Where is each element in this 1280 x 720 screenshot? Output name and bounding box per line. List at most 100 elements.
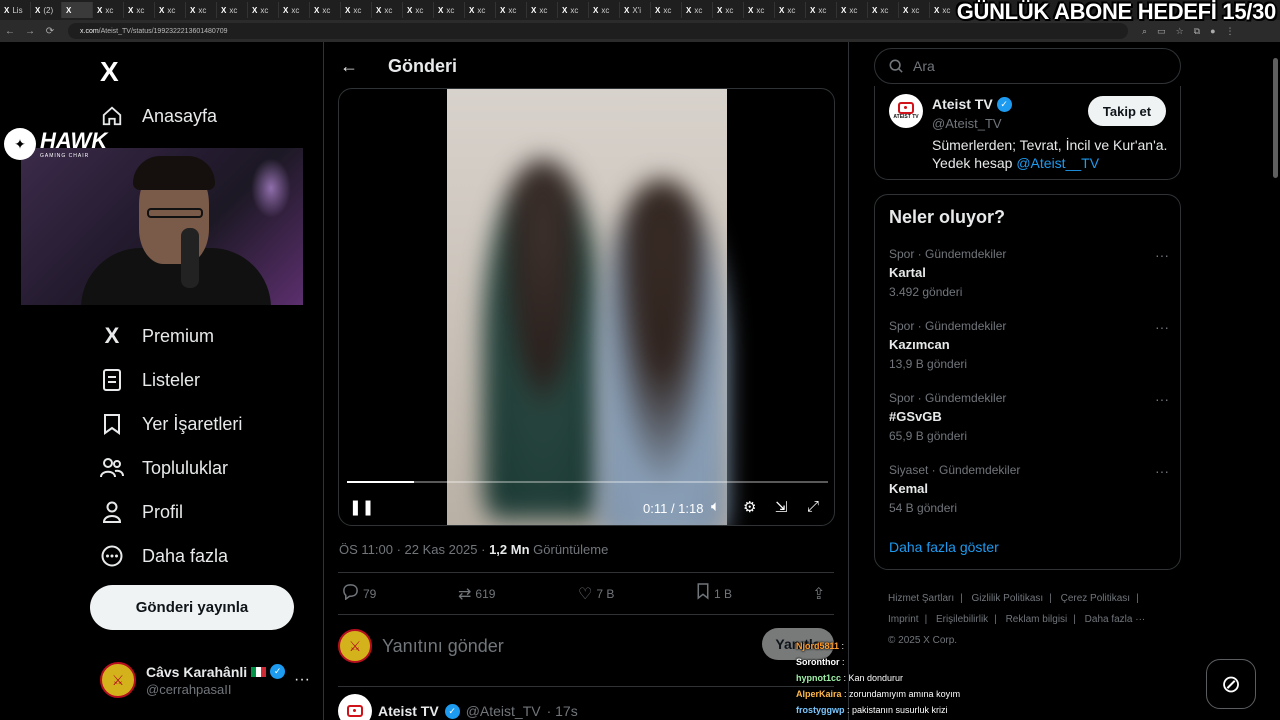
profile-bio-link[interactable]: @Ateist__TV	[1016, 155, 1099, 171]
like-button[interactable]: ♡ 7 B	[578, 584, 614, 604]
sponsor-sub: GAMING CHAIR	[40, 152, 90, 159]
browser-tab[interactable]: Xxc	[93, 2, 124, 18]
nav-item-lists[interactable]: Listeler	[100, 368, 200, 392]
nav-item-profile[interactable]: Profil	[100, 500, 183, 524]
browser-tab[interactable]: Xxc	[248, 2, 279, 18]
browser-tab[interactable]: Xxc	[744, 2, 775, 18]
fullscreen-icon[interactable]: ⤢	[807, 498, 819, 515]
browser-tab[interactable]: Xxc	[372, 2, 403, 18]
browser-tab[interactable]: X X'i	[620, 2, 651, 18]
reply-input[interactable]: Yanıtını gönder	[382, 636, 504, 657]
browser-tab[interactable]: Xxc	[806, 2, 837, 18]
cast-icon[interactable]: ▭	[1157, 26, 1166, 37]
star-icon[interactable]: ☆	[1176, 26, 1184, 37]
follow-button[interactable]: Takip et	[1088, 96, 1166, 126]
browser-tab[interactable]: Xxc	[775, 2, 806, 18]
browser-tab[interactable]: X Lis	[0, 2, 31, 18]
profile-icon[interactable]: ●	[1210, 26, 1215, 37]
profile-name[interactable]: Ateist TV	[932, 96, 993, 112]
x-logo-icon[interactable]: X	[100, 56, 119, 88]
browser-tab[interactable]: Xxc	[868, 2, 899, 18]
browser-tab[interactable]: Xxc	[217, 2, 248, 18]
trend-category: Siyaset · Gündemdekiler	[889, 463, 1021, 477]
post-button[interactable]: Gönderi yayınla	[90, 585, 294, 630]
footer-link[interactable]: Reklam bilgisi	[1006, 614, 1068, 625]
browser-tab[interactable]: Xxc	[682, 2, 713, 18]
menu-icon[interactable]: ⋮	[1226, 26, 1235, 37]
trend-item[interactable]: Spor · Gündemdekiler Kartal 3.492 gönder…	[889, 247, 1169, 303]
address-bar[interactable]: x.com /Ateist_TV/status/1992322213601480…	[68, 23, 1128, 39]
list-icon	[100, 368, 124, 392]
browser-tab[interactable]: Xxc	[837, 2, 868, 18]
more-options-icon[interactable]: ···	[1155, 463, 1169, 479]
nav-item-bookmarks[interactable]: Yer İşaretleri	[100, 412, 242, 436]
browser-tab[interactable]: Xxc	[279, 2, 310, 18]
footer-link[interactable]: Gizlilik Politikası	[972, 593, 1044, 604]
video-progress-bar[interactable]	[347, 481, 828, 483]
browser-tab[interactable]: X	[62, 2, 93, 18]
more-options-icon[interactable]: ···	[1155, 247, 1169, 263]
share-button[interactable]: ⇪	[812, 584, 825, 604]
scrollbar[interactable]	[1270, 42, 1280, 720]
browser-tab[interactable]: Xxc	[310, 2, 341, 18]
browser-tab[interactable]: Xxc	[527, 2, 558, 18]
pause-icon[interactable]: ❚❚	[349, 498, 374, 516]
forward-arrow-icon[interactable]: →	[20, 26, 40, 37]
back-arrow-icon[interactable]: ←	[340, 56, 360, 77]
grok-icon[interactable]: ⊘	[1206, 659, 1256, 709]
next-tweet-header[interactable]: Ateist TV ✓ @Ateist_TV · 17s	[338, 694, 578, 720]
back-arrow-icon[interactable]: ←	[0, 26, 20, 37]
settings-gear-icon[interactable]: ⚙	[743, 498, 756, 516]
bookmark-button[interactable]: 1 B	[696, 583, 732, 605]
reply-button[interactable]: 79	[342, 583, 376, 605]
volume-icon[interactable]: 🔈︎	[711, 498, 720, 515]
browser-tab[interactable]: Xxc	[186, 2, 217, 18]
trend-item[interactable]: Spor · Gündemdekiler Kazımcan 13,9 B gön…	[889, 319, 1169, 375]
x-icon: X	[159, 5, 165, 15]
trend-item[interactable]: Spor · Gündemdekiler #GSvGB 65,9 B gönde…	[889, 391, 1169, 447]
video-player[interactable]: ❚❚ 0:11 / 1:18 🔈︎ ⚙ ⇲ ⤢	[338, 88, 835, 526]
picture-in-picture-icon[interactable]: ⇲	[775, 498, 788, 516]
x-icon: X	[314, 5, 320, 15]
more-options-icon[interactable]: ···	[1155, 391, 1169, 407]
search-icon	[889, 59, 903, 73]
zoom-icon[interactable]: ⌕	[1142, 26, 1147, 37]
nav-item-communities[interactable]: Topluluklar	[100, 456, 228, 480]
avatar[interactable]: ATEIST TV	[889, 94, 923, 128]
more-options-icon[interactable]: ···	[1155, 319, 1169, 335]
footer-link[interactable]: Çerez Politikası	[1061, 593, 1130, 604]
browser-tab[interactable]: Xxc	[589, 2, 620, 18]
browser-tab[interactable]: Xxc	[713, 2, 744, 18]
extensions-icon[interactable]: ⧉	[1194, 26, 1200, 37]
browser-tab[interactable]: Xxc	[651, 2, 682, 18]
more-options-icon[interactable]: ···	[294, 671, 310, 689]
show-more-link[interactable]: Daha fazla göster	[889, 539, 999, 555]
browser-tab[interactable]: Xxc	[465, 2, 496, 18]
footer-link[interactable]: Erişilebilirlik	[936, 614, 988, 625]
trend-item[interactable]: Siyaset · Gündemdekiler Kemal 54 B gönde…	[889, 463, 1169, 519]
browser-tab[interactable]: Xxc	[899, 2, 930, 18]
nav-item-home[interactable]: Anasayfa	[100, 104, 217, 128]
search-input[interactable]: Ara	[874, 48, 1181, 84]
tab-label: xc	[136, 5, 145, 15]
nav-item-label: Daha fazla	[142, 545, 229, 566]
browser-tab[interactable]: X (2)	[31, 2, 62, 18]
x-icon: X	[593, 5, 599, 15]
footer-link[interactable]: Hizmet Şartları	[888, 593, 954, 604]
footer-link[interactable]: Imprint	[888, 614, 919, 625]
nav-item-more[interactable]: Daha fazla	[100, 544, 228, 568]
reload-icon[interactable]: ⟳	[40, 26, 60, 37]
browser-tab[interactable]: Xxc	[403, 2, 434, 18]
nav-item-premium[interactable]: X Premium	[100, 323, 214, 348]
browser-tab[interactable]: Xxc	[496, 2, 527, 18]
browser-tab[interactable]: Xxc	[341, 2, 372, 18]
account-switcher[interactable]: ⚔ Câvs Karahânli ✓ @cerrahpasaII ···	[100, 660, 310, 700]
tab-label: xc	[353, 5, 362, 15]
browser-tab[interactable]: Xxc	[155, 2, 186, 18]
browser-tab[interactable]: Xxc	[434, 2, 465, 18]
footer-link[interactable]: Daha fazla ···	[1085, 614, 1146, 625]
repost-button[interactable]: ⇄ 619	[458, 584, 495, 604]
profile-handle[interactable]: @Ateist_TV	[932, 116, 1002, 131]
browser-tab[interactable]: Xxc	[558, 2, 589, 18]
browser-tab[interactable]: Xxc	[124, 2, 155, 18]
